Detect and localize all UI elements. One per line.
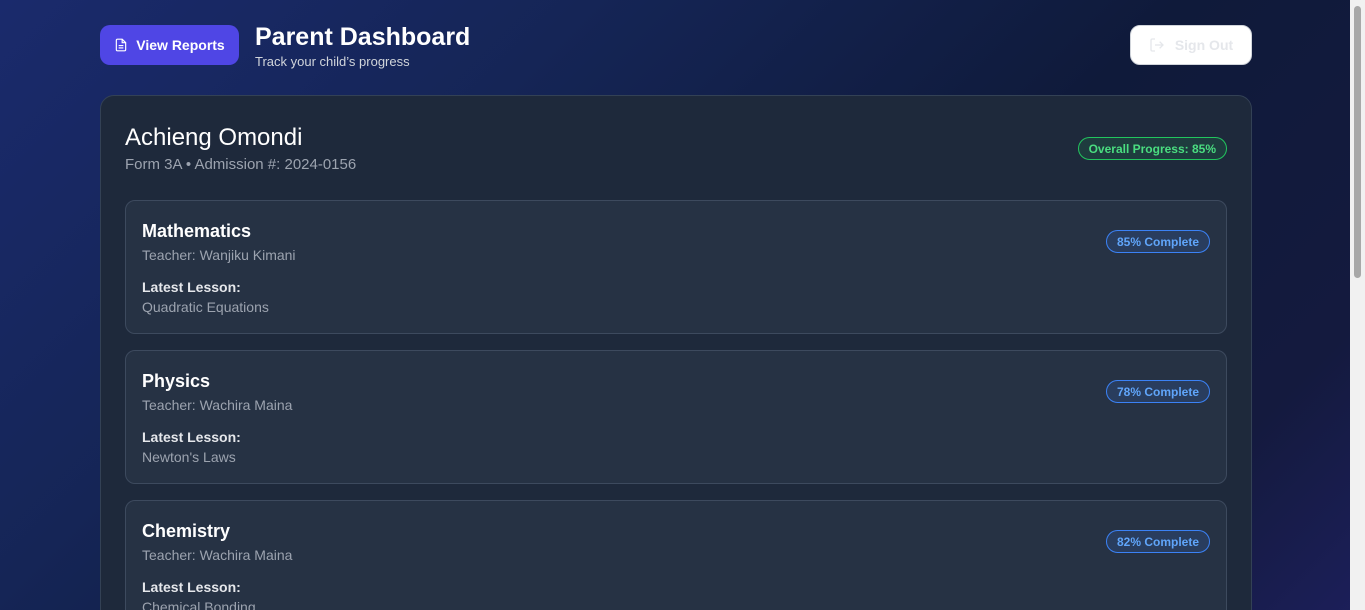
student-card: Achieng Omondi Form 3A • Admission #: 20… [100, 95, 1252, 610]
subject-teacher: Teacher: Wanjiku Kimani [142, 247, 296, 263]
title-block: Parent Dashboard Track your child’s prog… [255, 22, 470, 69]
student-name: Achieng Omondi [125, 124, 303, 151]
overall-progress-badge: Overall Progress: 85% [1077, 137, 1227, 160]
latest-lesson-value: Chemical Bonding [142, 599, 256, 610]
view-reports-label: View Reports [136, 37, 225, 53]
sign-out-button[interactable]: Sign Out [1130, 25, 1252, 65]
subject-teacher: Teacher: Wachira Maina [142, 547, 293, 563]
latest-lesson-value: Newton's Laws [142, 449, 236, 465]
progress-badge: 82% Complete [1105, 530, 1210, 553]
latest-lesson-label: Latest Lesson: [142, 579, 241, 595]
page-subtitle: Track your child’s progress [255, 54, 410, 69]
subject-card[interactable]: Physics Teacher: Wachira Maina Latest Le… [125, 350, 1227, 484]
logout-icon [1150, 38, 1164, 52]
view-reports-button[interactable]: View Reports [100, 25, 239, 65]
progress-badge: 78% Complete [1105, 380, 1210, 403]
sign-out-label: Sign Out [1174, 37, 1234, 53]
subject-name: Physics [142, 371, 211, 391]
progress-badge: 85% Complete [1105, 230, 1210, 253]
subject-card[interactable]: Chemistry Teacher: Wachira Maina Latest … [125, 500, 1227, 610]
latest-lesson-label: Latest Lesson: [142, 429, 241, 445]
subject-card[interactable]: Mathematics Teacher: Wanjiku Kimani Late… [125, 200, 1227, 334]
student-meta: Form 3A • Admission #: 2024-0156 [125, 156, 357, 173]
scrollbar-thumb[interactable] [1354, 6, 1361, 278]
latest-lesson-value: Quadratic Equations [142, 299, 269, 315]
page-title: Parent Dashboard [255, 23, 471, 51]
document-icon [116, 38, 127, 52]
page-scrollbar[interactable] [1350, 0, 1365, 610]
subject-name: Chemistry [142, 521, 231, 541]
subject-name: Mathematics [142, 221, 252, 241]
subject-teacher: Teacher: Wachira Maina [142, 397, 293, 413]
latest-lesson-label: Latest Lesson: [142, 279, 241, 295]
header: View Reports Parent Dashboard Track your… [100, 23, 1252, 69]
